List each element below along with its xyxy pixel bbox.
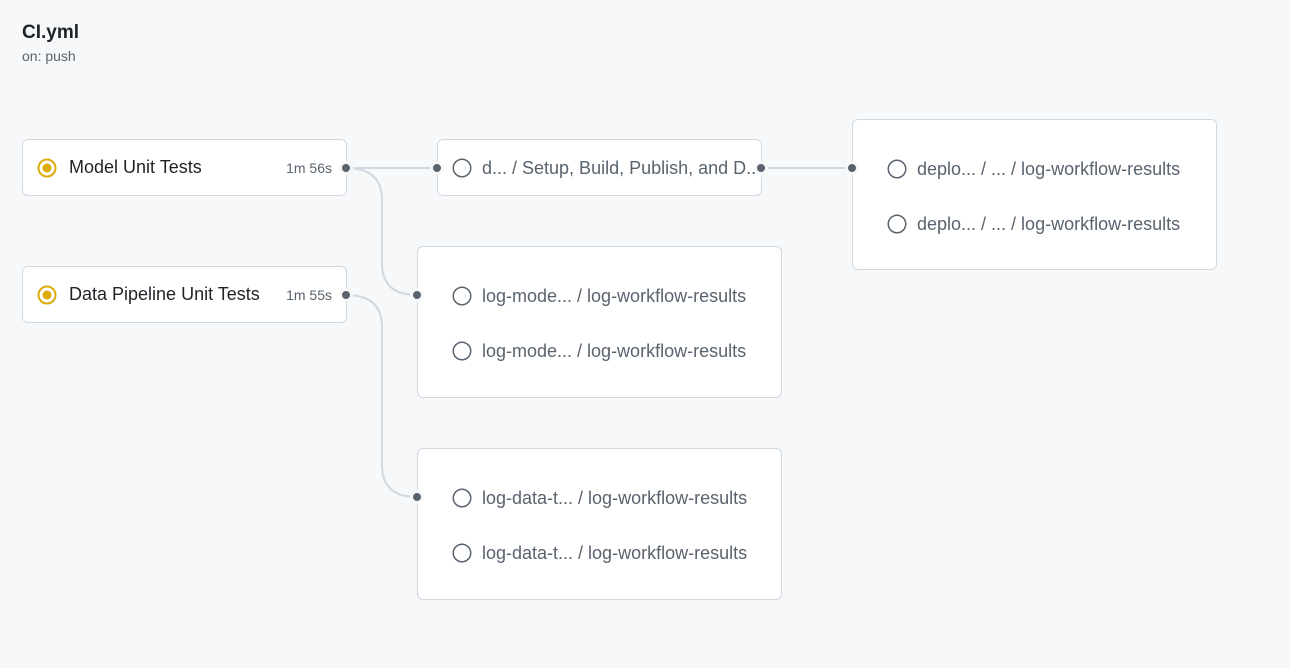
log-job-row[interactable]: log-data-t... / log-workflow-results xyxy=(452,541,747,565)
log-job-row[interactable]: log-data-t... / log-workflow-results xyxy=(452,486,747,510)
log-job-row[interactable]: deplo... / ... / log-workflow-results xyxy=(887,212,1180,236)
pending-icon xyxy=(452,286,472,306)
data-logs-input-node xyxy=(410,490,424,504)
model-logs-input-node xyxy=(410,288,424,302)
pending-icon xyxy=(452,341,472,361)
pending-icon xyxy=(452,543,472,563)
deploy-log-group: deplo... / ... / log-workflow-results de… xyxy=(852,119,1217,270)
job-label: log-data-t... / log-workflow-results xyxy=(482,542,748,563)
pending-icon xyxy=(887,159,907,179)
data-log-group: log-data-t... / log-workflow-results log… xyxy=(417,448,782,600)
job-label: Data Pipeline Unit Tests xyxy=(69,284,260,304)
log-job-row[interactable]: log-mode... / log-workflow-results xyxy=(452,339,746,363)
data-output-node xyxy=(339,288,353,302)
log-job-row[interactable]: log-mode... / log-workflow-results xyxy=(452,284,746,308)
connector-data-to-data-logs xyxy=(345,294,418,498)
job-data-pipeline-unit-tests[interactable]: Data Pipeline Unit Tests 1m 55s xyxy=(22,266,347,323)
job-label: log-mode... / log-workflow-results xyxy=(482,340,747,361)
deploy-logs-input-node xyxy=(845,161,859,175)
pending-icon xyxy=(887,214,907,234)
job-label: log-mode... / log-workflow-results xyxy=(482,285,747,306)
job-model-unit-tests[interactable]: Model Unit Tests 1m 56s xyxy=(22,139,347,196)
in-progress-icon xyxy=(37,158,57,177)
job-label: deplo... / ... / log-workflow-results xyxy=(917,213,1181,234)
model-output-node xyxy=(339,161,353,175)
connector-model-to-model-logs xyxy=(345,167,418,296)
model-log-group: log-mode... / log-workflow-results log-m… xyxy=(417,246,782,398)
deploy-input-node xyxy=(430,161,444,175)
job-duration: 1m 56s xyxy=(286,159,332,176)
job-duration: 1m 55s xyxy=(286,286,332,303)
in-progress-icon xyxy=(37,285,57,304)
job-label: deplo... / ... / log-workflow-results xyxy=(917,158,1181,179)
job-label: d... / Setup, Build, Publish, and D... xyxy=(482,157,762,178)
deploy-output-node xyxy=(754,161,768,175)
job-deploy[interactable]: d... / Setup, Build, Publish, and D... xyxy=(437,139,762,196)
log-job-row[interactable]: deplo... / ... / log-workflow-results xyxy=(887,157,1180,181)
job-label: Model Unit Tests xyxy=(69,157,202,177)
deploy-job-row[interactable]: d... / Setup, Build, Publish, and D... xyxy=(452,156,761,180)
pending-icon xyxy=(452,158,472,178)
pending-icon xyxy=(452,488,472,508)
job-label: log-data-t... / log-workflow-results xyxy=(482,487,748,508)
